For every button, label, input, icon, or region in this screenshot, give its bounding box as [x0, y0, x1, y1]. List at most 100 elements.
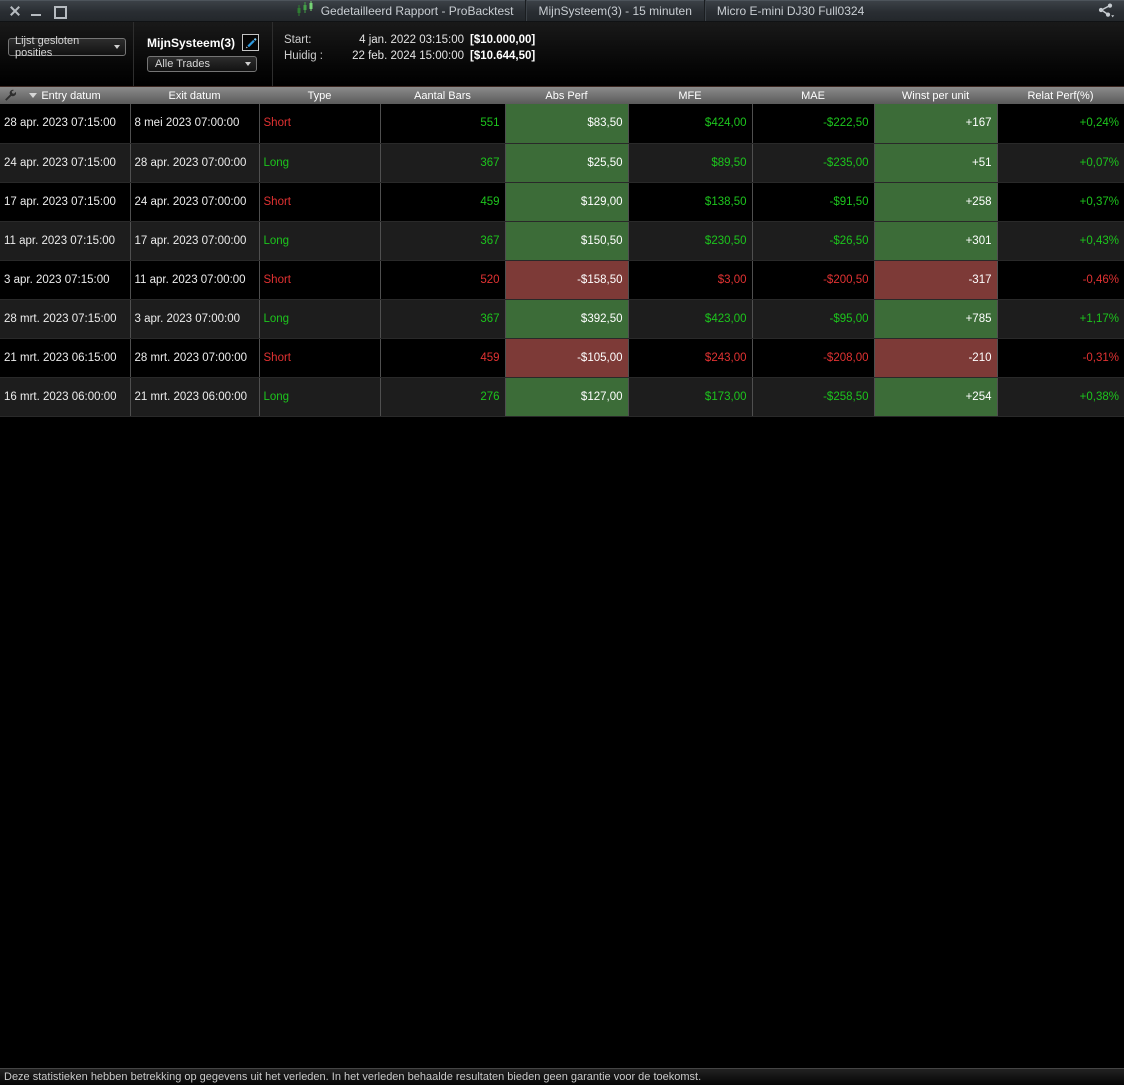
cell-type: Short: [259, 338, 381, 378]
cell-winst: +254: [874, 377, 998, 417]
table-header-row: Entry datum Exit datum Type Aantal Bars …: [0, 87, 1124, 104]
cell-mae: -$222,50: [752, 104, 875, 144]
title-tabs: Gedetailleerd Rapport - ProBacktest Mijn…: [285, 0, 877, 21]
table-row[interactable]: 24 apr. 2023 07:15:00 28 apr. 2023 07:00…: [0, 143, 1124, 183]
table-row[interactable]: 16 mrt. 2023 06:00:00 21 mrt. 2023 06:00…: [0, 377, 1124, 417]
cell-exit: 21 mrt. 2023 06:00:00: [130, 377, 260, 417]
close-icon[interactable]: [9, 5, 21, 17]
cell-relat: -0,46%: [997, 260, 1124, 300]
start-datetime: 4 jan. 2022 03:15:00: [359, 34, 464, 46]
window-title: Gedetailleerd Rapport - ProBacktest: [285, 0, 526, 21]
toolbar: Lijst gesloten posities MijnSysteem(3) A…: [0, 22, 1124, 87]
table-row[interactable]: 17 apr. 2023 07:15:00 24 apr. 2023 07:00…: [0, 182, 1124, 222]
cell-winst: +51: [874, 143, 998, 183]
cell-type: Short: [259, 182, 381, 222]
cell-abs-perf: $25,50: [505, 143, 629, 183]
view-select-value: Lijst gesloten posities: [15, 35, 80, 59]
current-datetime: 22 feb. 2024 15:00:00: [352, 50, 464, 62]
system-name: MijnSysteem(3): [147, 35, 236, 50]
col-header-type[interactable]: Type: [259, 87, 380, 104]
edit-system-button[interactable]: [242, 34, 260, 51]
cell-winst: +301: [874, 221, 998, 261]
trades-filter-value: Alle Trades: [155, 58, 211, 70]
start-label: Start:: [284, 34, 312, 46]
cell-entry: 17 apr. 2023 07:15:00: [0, 182, 131, 222]
cell-abs-perf: -$105,00: [505, 338, 629, 378]
sort-desc-icon: [29, 93, 38, 98]
view-select[interactable]: Lijst gesloten posities: [8, 35, 126, 59]
col-header-abs-perf[interactable]: Abs Perf: [505, 87, 628, 104]
col-header-relat-perf[interactable]: Relat Perf(%): [997, 87, 1124, 104]
table-row[interactable]: 28 apr. 2023 07:15:00 8 mei 2023 07:00:0…: [0, 104, 1124, 144]
cell-winst: +785: [874, 299, 998, 339]
cell-mfe: $173,00: [628, 377, 753, 417]
share-button[interactable]: [1088, 3, 1124, 18]
cell-exit: 11 apr. 2023 07:00:00: [130, 260, 260, 300]
cell-mfe: $89,50: [628, 143, 753, 183]
table-row[interactable]: 3 apr. 2023 07:15:00 11 apr. 2023 07:00:…: [0, 260, 1124, 300]
cell-bars: 459: [380, 338, 506, 378]
cell-mfe: $243,00: [628, 338, 753, 378]
closed-positions-table: Entry datum Exit datum Type Aantal Bars …: [0, 87, 1124, 417]
col-header-entry-datum[interactable]: Entry datum: [0, 87, 130, 104]
cell-winst: +167: [874, 104, 998, 144]
cell-bars: 367: [380, 299, 506, 339]
table-row[interactable]: 28 mrt. 2023 07:15:00 3 apr. 2023 07:00:…: [0, 299, 1124, 339]
cell-bars: 520: [380, 260, 506, 300]
title-bar: Gedetailleerd Rapport - ProBacktest Mijn…: [0, 0, 1124, 22]
col-header-exit-datum[interactable]: Exit datum: [130, 87, 259, 104]
cell-mfe: $3,00: [628, 260, 753, 300]
cell-abs-perf: $129,00: [505, 182, 629, 222]
tab-system[interactable]: MijnSysteem(3) - 15 minuten: [525, 0, 703, 21]
cell-abs-perf: $127,00: [505, 377, 629, 417]
cell-exit: 3 apr. 2023 07:00:00: [130, 299, 260, 339]
cell-entry: 24 apr. 2023 07:15:00: [0, 143, 131, 183]
cell-mae: -$95,00: [752, 299, 875, 339]
account-summary: Start: 4 jan. 2022 03:15:00 [$10.000,00]…: [284, 33, 1124, 64]
share-icon: [1098, 3, 1115, 18]
cell-relat: +1,17%: [997, 299, 1124, 339]
tab-instrument[interactable]: Micro E-mini DJ30 Full0324: [703, 0, 876, 21]
report-window: Gedetailleerd Rapport - ProBacktest Mijn…: [0, 0, 1124, 1085]
maximize-icon[interactable]: [53, 5, 67, 19]
cell-bars: 459: [380, 182, 506, 222]
page-title: Gedetailleerd Rapport - ProBacktest: [320, 3, 514, 18]
col-header-aantal-bars[interactable]: Aantal Bars: [380, 87, 505, 104]
cell-relat: +0,43%: [997, 221, 1124, 261]
col-header-winst-per-unit[interactable]: Winst per unit: [874, 87, 997, 104]
chevron-down-icon: [114, 45, 120, 49]
cell-relat: +0,07%: [997, 143, 1124, 183]
cell-winst: +258: [874, 182, 998, 222]
cell-entry: 21 mrt. 2023 06:15:00: [0, 338, 131, 378]
cell-relat: +0,38%: [997, 377, 1124, 417]
cell-relat: -0,31%: [997, 338, 1124, 378]
cell-abs-perf: $392,50: [505, 299, 629, 339]
cell-type: Long: [259, 221, 381, 261]
minimize-icon[interactable]: [31, 5, 43, 17]
cell-exit: 17 apr. 2023 07:00:00: [130, 221, 260, 261]
col-header-mfe[interactable]: MFE: [628, 87, 752, 104]
cell-exit: 28 mrt. 2023 07:00:00: [130, 338, 260, 378]
cell-mae: -$235,00: [752, 143, 875, 183]
chevron-down-icon: [245, 62, 251, 66]
wrench-icon[interactable]: [3, 89, 17, 104]
cell-mae: -$258,50: [752, 377, 875, 417]
cell-exit: 24 apr. 2023 07:00:00: [130, 182, 260, 222]
disclaimer-bar: Deze statistieken hebben betrekking op g…: [0, 1068, 1124, 1085]
cell-bars: 367: [380, 143, 506, 183]
table-row[interactable]: 21 mrt. 2023 06:15:00 28 mrt. 2023 07:00…: [0, 338, 1124, 378]
cell-bars: 367: [380, 221, 506, 261]
cell-entry: 28 mrt. 2023 07:15:00: [0, 299, 131, 339]
trades-filter-select[interactable]: Alle Trades: [147, 56, 257, 72]
cell-type: Short: [259, 104, 381, 144]
cell-mae: -$91,50: [752, 182, 875, 222]
table-row[interactable]: 11 apr. 2023 07:15:00 17 apr. 2023 07:00…: [0, 221, 1124, 261]
cell-type: Short: [259, 260, 381, 300]
col-header-mae[interactable]: MAE: [752, 87, 874, 104]
cell-entry: 16 mrt. 2023 06:00:00: [0, 377, 131, 417]
cell-abs-perf: $150,50: [505, 221, 629, 261]
candlestick-chart-icon: [297, 1, 314, 20]
cell-type: Long: [259, 299, 381, 339]
cell-bars: 276: [380, 377, 506, 417]
trades-table-body: 28 apr. 2023 07:15:00 8 mei 2023 07:00:0…: [0, 104, 1124, 417]
